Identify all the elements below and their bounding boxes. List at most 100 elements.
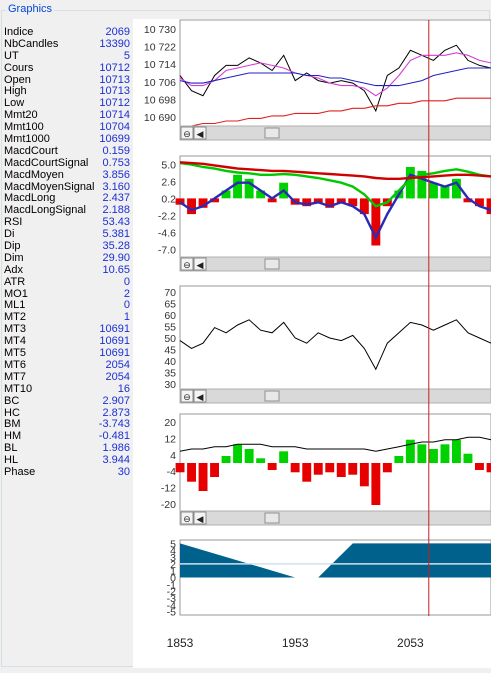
indicator-row: Mmt100 10704 (4, 121, 132, 133)
indicator-row: Mmt1000 10699 (4, 133, 132, 145)
histogram-bar (267, 463, 277, 470)
y-tick-label: -20 (161, 499, 176, 511)
histogram-bar (198, 463, 208, 491)
scroll-left-icon: ◀ (197, 129, 204, 139)
scrollbar-track (179, 388, 491, 404)
scroll-thumb[interactable] (264, 258, 280, 270)
x-tick-label: 1853 (167, 636, 194, 650)
y-tick-label: 10 730 (144, 24, 176, 36)
indicator-value: 16 (117, 382, 130, 395)
charts-area: 10 730 10 722 10 714 10 706 10 698 10 690 ⊖ ◀ 5.… (133, 19, 491, 668)
histogram-bar (302, 463, 312, 482)
scroll-thumb[interactable] (264, 390, 280, 402)
indicator-name: MT7 (4, 370, 26, 383)
indicator-name: MacdMoyen (4, 168, 64, 181)
indicator-row: High 10713 (4, 85, 132, 97)
y-tick-label: -4 (167, 466, 176, 478)
indicator-value: 10713 (99, 73, 130, 86)
panel-scrollbar: ⊖ ◀ (179, 125, 491, 141)
indicator-row: HM -0.481 (4, 430, 132, 442)
indicator-value: 2 (123, 287, 130, 300)
histogram-bar (440, 186, 450, 199)
indicator-value: 1.986 (102, 442, 130, 455)
indicator-name: MT5 (4, 347, 26, 360)
indicator-value: 2.907 (102, 394, 130, 407)
chart-panel-strength: 20 12 4 -4 -12 -20 (161, 413, 491, 513)
histogram-bar (290, 463, 300, 473)
charts-svg: 10 73010 72210 71410 70610 69810 690⊖ ◀5.… (144, 19, 491, 650)
y-tick-label: -12 (161, 483, 176, 495)
scroll-thumb[interactable] (264, 127, 280, 139)
indicator-row: MT4 10691 (4, 335, 132, 347)
indicator-value: 5.381 (102, 228, 130, 241)
histogram-bar (221, 456, 231, 463)
indicator-name: BM (4, 418, 21, 431)
indicator-value: 1 (123, 311, 130, 324)
indicator-value: 30 (117, 465, 130, 478)
indicator-name: Dip (4, 240, 21, 253)
panel-scrollbar: ⊖ ◀ (179, 388, 491, 404)
indicator-name: HL (4, 454, 19, 467)
indicator-name: BC (4, 394, 20, 407)
indicator-name: Open (4, 73, 31, 86)
chart-panel-price: 10 730 10 722 10 714 10 706 10 698 10 690 (144, 19, 491, 130)
zoom-out-icon: ⊖ (183, 514, 191, 524)
histogram-bar (371, 463, 381, 505)
indicator-name: Mmt1000 (4, 133, 50, 146)
indicator-row: HC 2.873 (4, 407, 132, 419)
histogram-bar (348, 463, 358, 475)
indicator-value: -3.743 (98, 418, 130, 431)
zoom-out-icon: ⊖ (183, 260, 191, 270)
indicator-value: 10691 (99, 347, 130, 360)
indicator-name: BL (4, 442, 18, 455)
indicator-name: High (4, 85, 27, 98)
plot-frame (179, 285, 491, 391)
indicator-row: Indice 2069 (4, 26, 132, 38)
indicator-row: ML1 0 (4, 299, 132, 311)
histogram-bar (429, 182, 438, 199)
indicator-name: MacdLongSignal (4, 204, 86, 217)
indicator-value: 10699 (99, 133, 130, 146)
x-tick-label: 1953 (282, 636, 309, 650)
histogram-bar (187, 198, 196, 215)
indicator-value: 2069 (105, 26, 130, 38)
histogram-bar (175, 463, 185, 473)
x-tick-label: 2053 (397, 636, 424, 650)
indicator-value: 3.944 (102, 454, 130, 467)
indicator-row: Dip 35.28 (4, 240, 132, 252)
indicator-value: 10713 (99, 85, 130, 98)
indicator-name: Di (4, 228, 15, 241)
y-tick-label: -4.6 (158, 228, 176, 240)
y-tick-label: -2.2 (158, 211, 176, 223)
indicator-value: 29.90 (102, 251, 130, 264)
indicator-name: MT3 (4, 323, 26, 336)
indicator-name: Mmt100 (4, 121, 44, 134)
indicator-row: NbCandles 13390 (4, 38, 132, 50)
indicator-row: Open 10713 (4, 74, 132, 86)
scroll-thumb[interactable] (264, 512, 280, 524)
indicator-value: 10691 (99, 323, 130, 336)
histogram-bar (279, 451, 289, 463)
indicator-name: MT4 (4, 335, 26, 348)
indicator-row: HL 3.944 (4, 454, 132, 466)
indicator-name: RSI (4, 216, 23, 229)
indicator-value: 2.873 (102, 406, 130, 419)
y-tick-label: 55 (164, 321, 176, 333)
indicator-row: RSI 53.43 (4, 216, 132, 228)
indicator-row: Mmt20 10714 (4, 109, 132, 121)
chart-panel-macd: 5.0 2.6 0.2 -2.2 -4.6 -7.0 (158, 155, 491, 259)
y-tick-label: 30 (164, 379, 176, 391)
indicator-row: MT5 10691 (4, 347, 132, 359)
indicator-row: MacdMoyenSignal 3.160 (4, 181, 132, 193)
indicator-row: MacdCourtSignal 0.753 (4, 157, 132, 169)
y-tick-label: 10 690 (144, 112, 176, 124)
histogram-bar (382, 463, 392, 473)
indicator-row: UT 5 (4, 50, 132, 62)
indicator-row: BM -3.743 (4, 418, 132, 430)
y-tick-label: 2.6 (161, 177, 176, 189)
indicator-row: MT3 10691 (4, 323, 132, 335)
indicator-name: HC (4, 406, 20, 419)
indicator-row: MT10 16 (4, 383, 132, 395)
indicator-name: ATR (4, 275, 26, 288)
indicator-row: Adx 10.65 (4, 264, 132, 276)
